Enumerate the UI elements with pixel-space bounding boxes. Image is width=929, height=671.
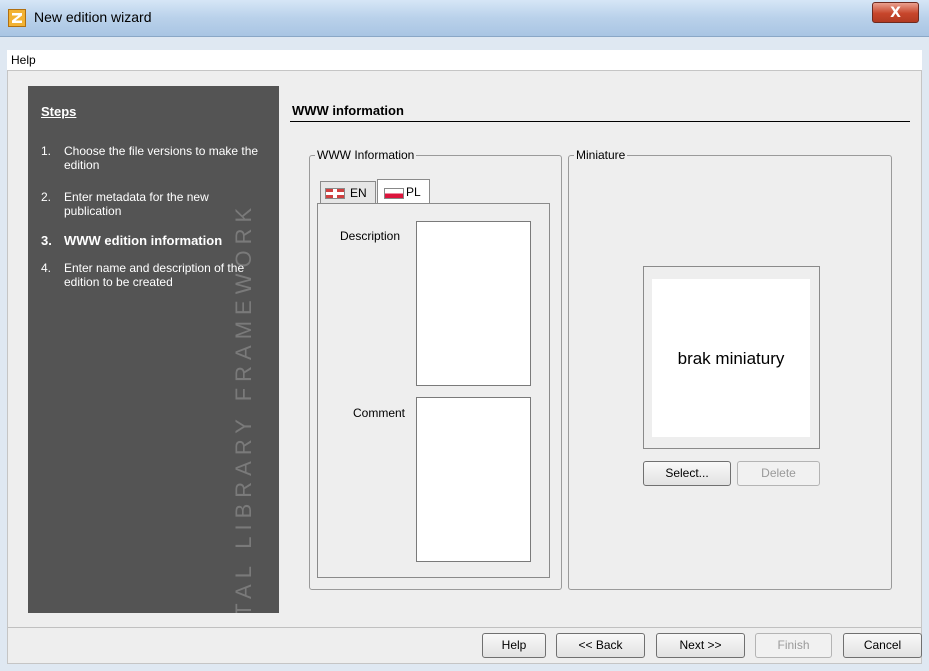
pl-flag-icon (384, 188, 404, 199)
step-number: 2. (41, 190, 52, 204)
group-title: WWW Information (315, 148, 417, 162)
miniature-image-area: brak miniatury (652, 279, 810, 437)
title-divider (290, 121, 910, 122)
tab-label: EN (350, 186, 367, 200)
tab-pl[interactable]: PL (377, 179, 430, 203)
comment-textarea[interactable] (416, 397, 531, 562)
steps-title: Steps (41, 104, 77, 119)
step-label: Choose the file versions to make the edi… (64, 144, 259, 172)
step-number: 4. (41, 261, 52, 275)
step-label: WWW edition information (64, 233, 223, 248)
footer-divider (8, 627, 921, 628)
step-label: Enter metadata for the new publication (64, 190, 209, 218)
menu-help[interactable]: Help (11, 53, 36, 67)
miniature-preview: brak miniatury (643, 266, 820, 449)
cancel-button[interactable]: Cancel (843, 633, 922, 658)
step-number: 1. (41, 144, 52, 158)
window-title: New edition wizard (34, 9, 152, 25)
next-button[interactable]: Next >> (656, 633, 745, 658)
miniature-placeholder: brak miniatury (677, 349, 785, 368)
tab-label: PL (406, 185, 421, 199)
comment-label: Comment (353, 406, 406, 420)
uk-flag-icon (325, 188, 345, 199)
tab-en[interactable]: EN (320, 181, 376, 203)
back-button[interactable]: << Back (556, 633, 645, 658)
description-textarea[interactable] (416, 221, 531, 386)
select-miniature-button[interactable]: Select... (643, 461, 731, 486)
app-icon (8, 9, 26, 27)
step-number: 3. (41, 233, 52, 248)
description-label: Description (340, 229, 401, 243)
help-button[interactable]: Help (482, 633, 546, 658)
close-button[interactable]: X (872, 2, 919, 23)
delete-miniature-button[interactable]: Delete (737, 461, 820, 486)
menu-bar: Help (7, 50, 922, 71)
title-bar: New edition wizard X (0, 0, 929, 37)
step-label: Enter name and description of the editio… (64, 261, 245, 289)
group-title: Miniature (574, 148, 628, 162)
page-title: WWW information (292, 103, 404, 118)
finish-button[interactable]: Finish (755, 633, 832, 658)
steps-panel: DIGITAL LIBRARY FRAMEWORK Steps 1. Choos… (28, 86, 279, 613)
